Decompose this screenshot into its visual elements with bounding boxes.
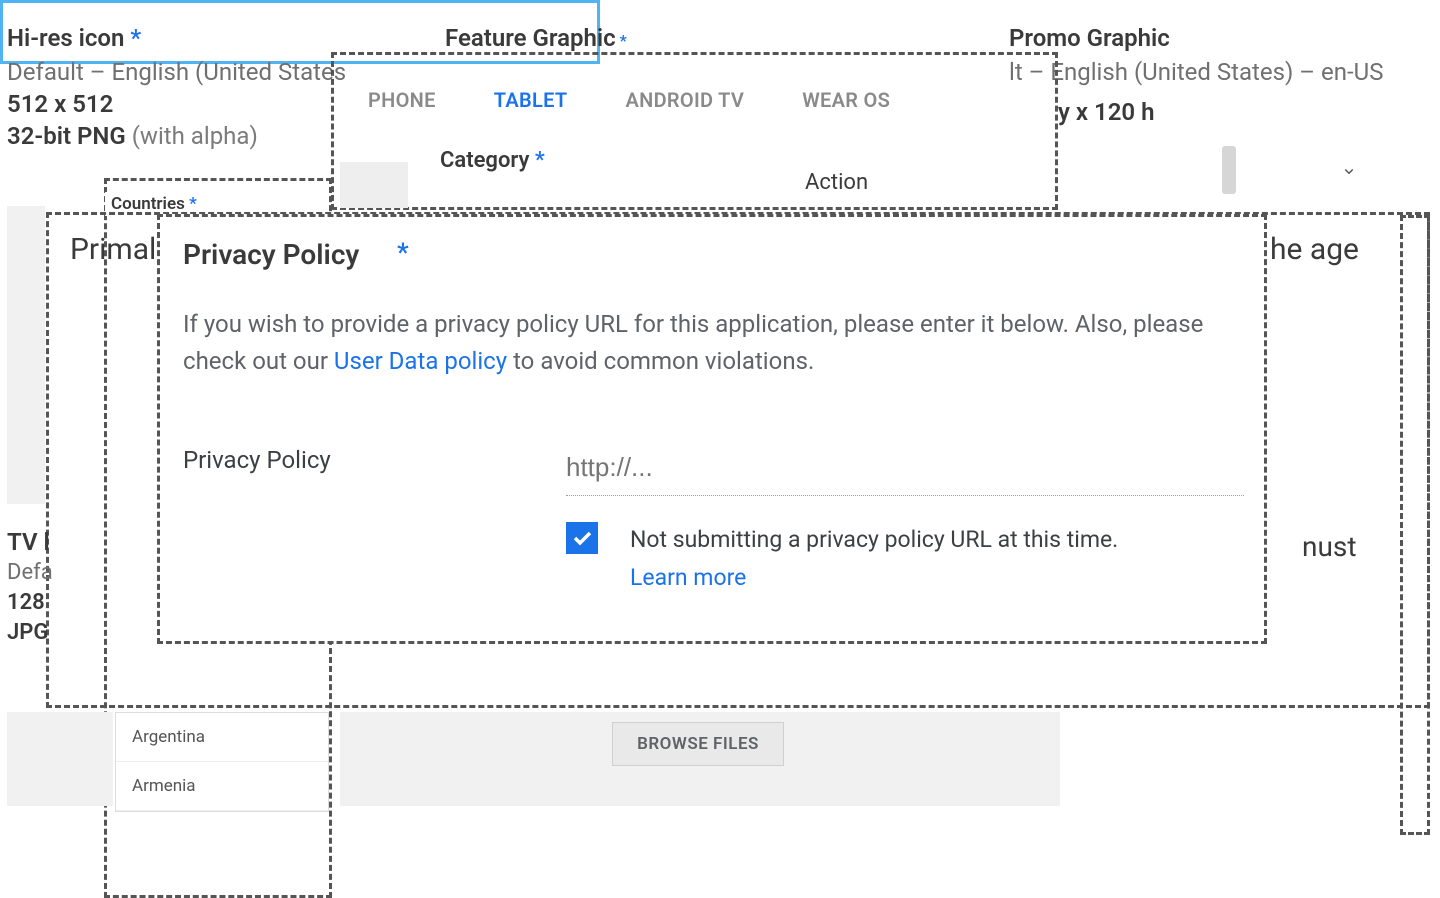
partial-128: 128	[7, 590, 45, 615]
hires-icon-title: Hi-res icon *	[7, 24, 347, 52]
tab-tablet[interactable]: TABLET	[494, 88, 568, 112]
partial-def: Defa	[7, 560, 53, 585]
device-tabs-frame	[331, 52, 1058, 210]
promo-dim: y x 120 h	[1058, 98, 1154, 126]
category-label: Category *	[440, 148, 545, 173]
required-star: *	[620, 31, 627, 50]
chevron-down-icon[interactable]	[1340, 162, 1358, 184]
tab-android-tv[interactable]: ANDROID TV	[625, 88, 744, 112]
right-frame	[1400, 215, 1430, 835]
hires-dim: 512 x 512	[7, 90, 347, 118]
hires-locale: Default – English (United States	[7, 58, 347, 86]
country-list: Argentina Armenia	[115, 712, 329, 812]
hires-format: 32-bit PNG (with alpha)	[7, 122, 347, 150]
category-scroll-thumb[interactable]	[1222, 146, 1236, 194]
tab-wear-os[interactable]: WEAR OS	[802, 88, 890, 112]
device-tabs: PHONE TABLET ANDROID TV WEAR OS	[368, 88, 890, 112]
not-submitting-label: Not submitting a privacy policy URL at t…	[630, 526, 1118, 553]
required-star: *	[189, 194, 197, 214]
promo-graphic-title: Promo Graphic	[1009, 24, 1429, 52]
partial-text-theage: he age	[1270, 232, 1359, 267]
privacy-policy-title: Privacy Policy	[183, 238, 359, 271]
country-item-argentina[interactable]: Argentina	[116, 713, 328, 762]
browse-files-button[interactable]: BROWSE FILES	[612, 722, 784, 766]
feature-graphic-title: Feature Graphic *	[445, 24, 627, 52]
user-data-policy-link[interactable]: User Data policy	[334, 347, 507, 375]
learn-more-link[interactable]: Learn more	[630, 564, 746, 591]
privacy-policy-url-input[interactable]	[566, 452, 1244, 496]
promo-locale: lt – English (United States) – en-US	[1009, 58, 1429, 86]
country-item-armenia[interactable]: Armenia	[116, 762, 328, 811]
privacy-policy-label: Privacy Policy	[183, 446, 331, 474]
partial-nust: nust	[1302, 530, 1357, 563]
gray-square	[340, 162, 408, 208]
required-star: *	[397, 238, 409, 268]
privacy-policy-description: If you wish to provide a privacy policy …	[183, 306, 1243, 380]
check-icon	[570, 526, 594, 550]
partial-tv: TV l	[7, 528, 50, 556]
partial-jpg: JPG	[7, 620, 48, 645]
not-submitting-checkbox[interactable]	[566, 522, 598, 554]
category-value: Action	[805, 170, 868, 195]
required-star: *	[130, 24, 141, 52]
required-star: *	[535, 148, 545, 173]
partial-text-primal: Primal	[70, 232, 156, 267]
gray-strip-left	[7, 712, 113, 806]
gray-block	[7, 206, 45, 504]
tab-phone[interactable]: PHONE	[368, 88, 436, 112]
